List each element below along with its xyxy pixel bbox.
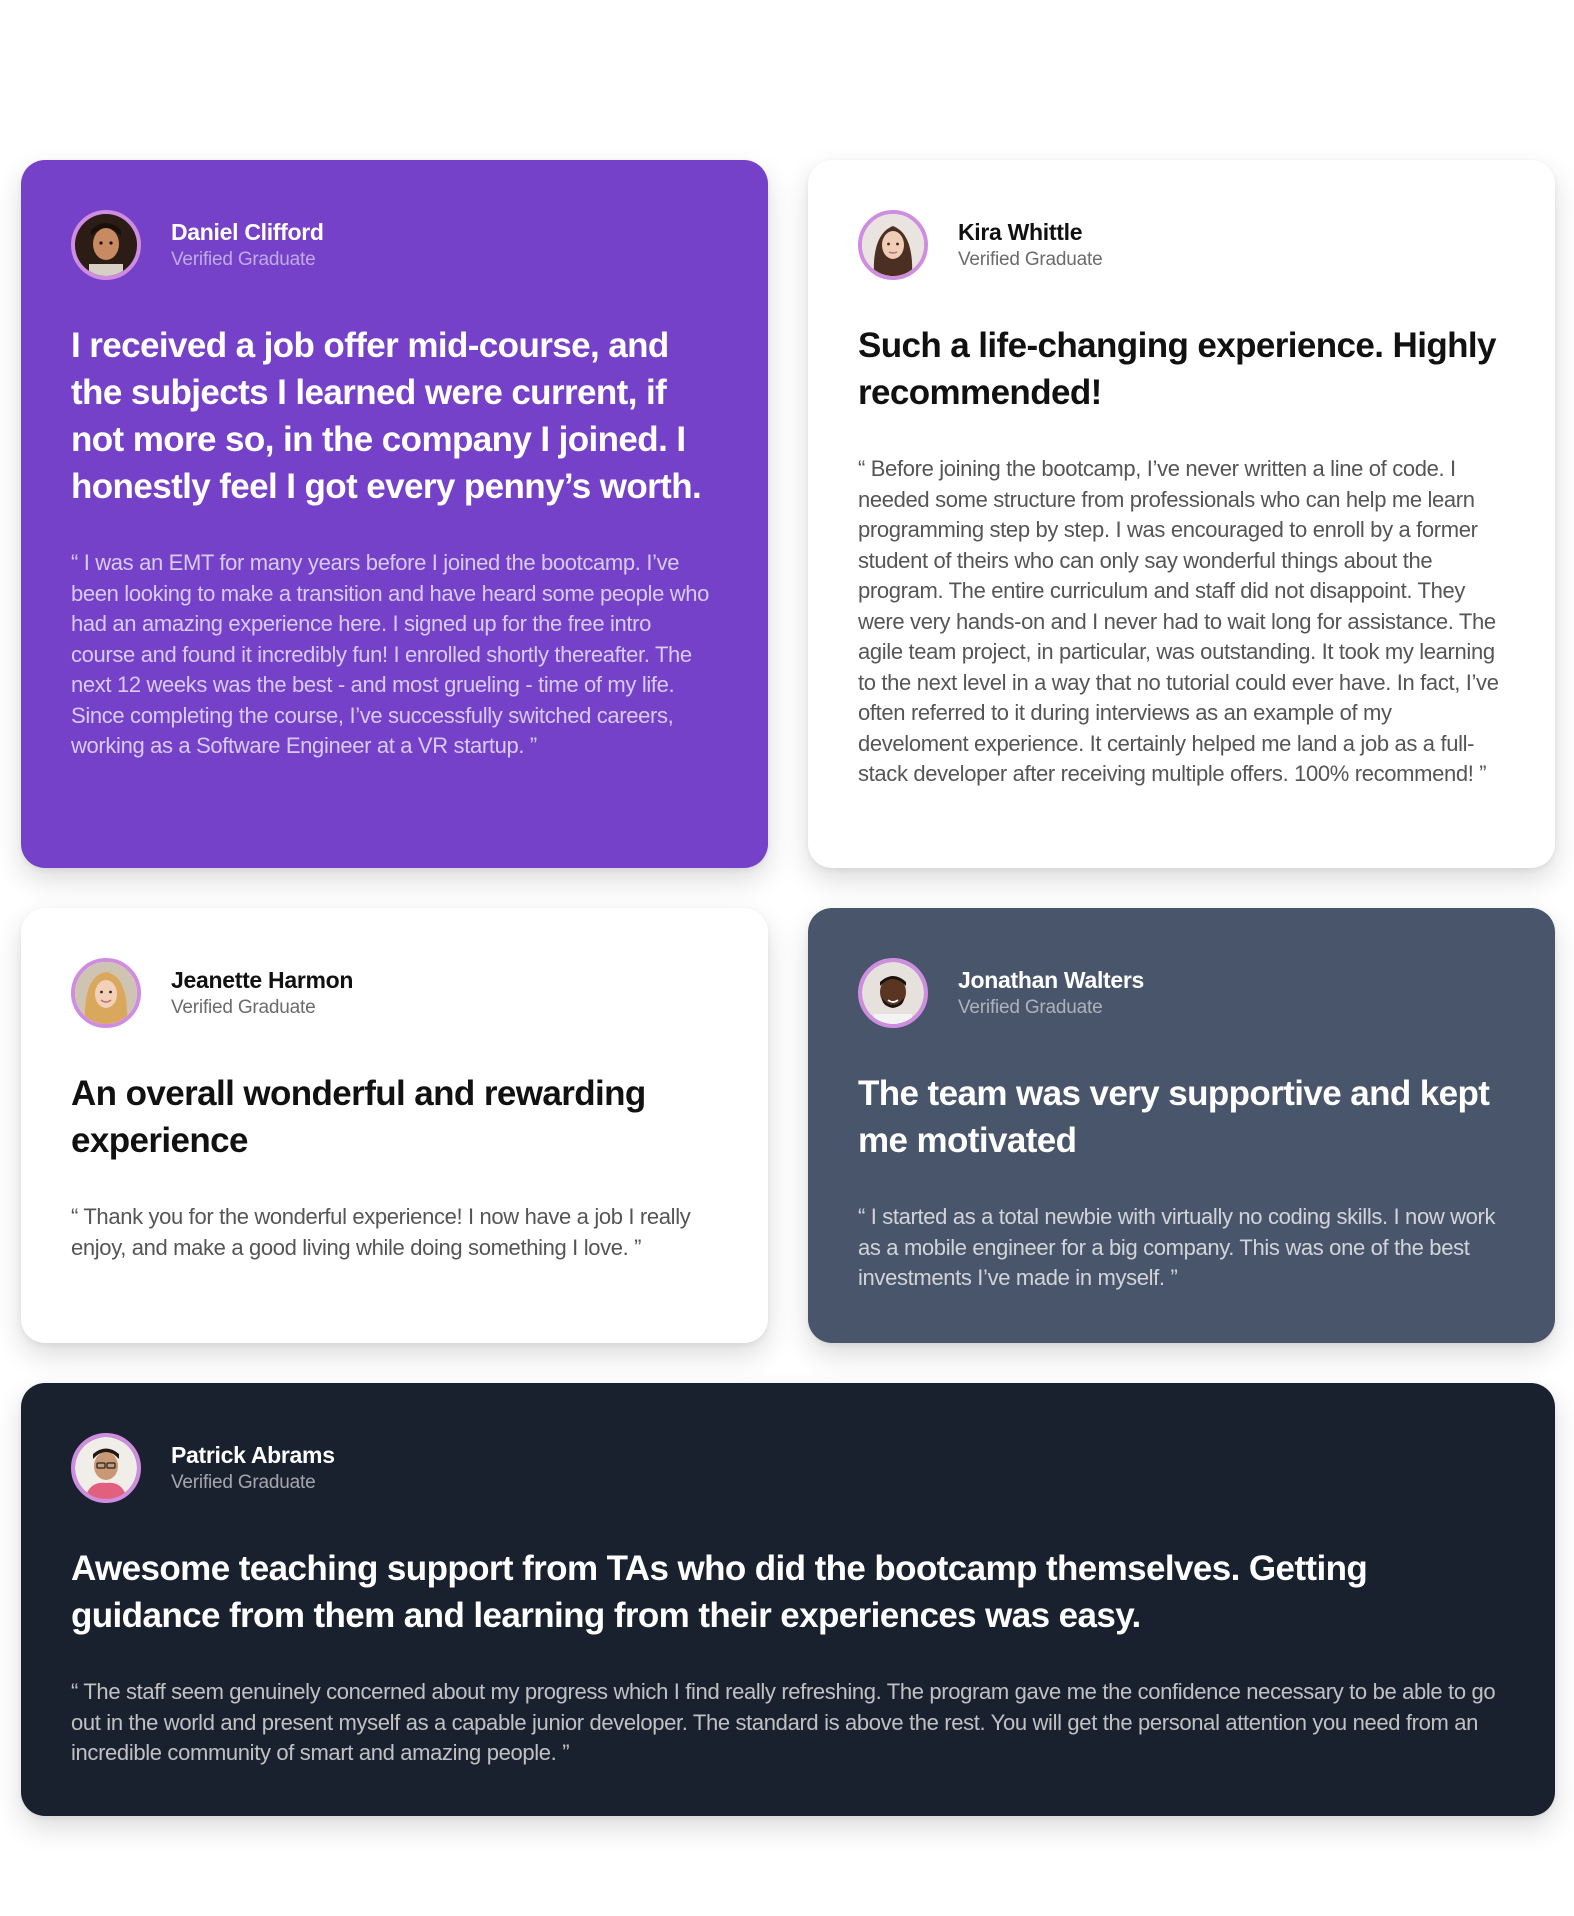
testimonial-quote: “ Before joining the bootcamp, I’ve neve… — [858, 456, 1499, 786]
avatar — [71, 210, 141, 280]
testimonial-quote: “ The staff seem genuinely concerned abo… — [71, 1679, 1496, 1765]
author-role: Verified Graduate — [171, 1472, 316, 1493]
testimonial-quote: “ Thank you for the wonderful experience… — [71, 1204, 691, 1260]
testimonial-headline: An overall wonderful and rewarding exper… — [71, 1074, 646, 1160]
profile: Patrick Abrams Verified Graduate — [71, 1433, 1505, 1503]
author-name: Kira Whittle — [958, 219, 1083, 245]
avatar — [858, 958, 928, 1028]
testimonial-card-daniel-clifford: Daniel Clifford Verified Graduate I rece… — [21, 160, 768, 868]
testimonial-headline: Awesome teaching support from TAs who di… — [71, 1549, 1368, 1635]
avatar — [71, 958, 141, 1028]
testimonial-quote: “ I started as a total newbie with virtu… — [858, 1204, 1496, 1290]
testimonial-headline: The team was very supportive and kept me… — [858, 1074, 1490, 1160]
profile: Daniel Clifford Verified Graduate — [71, 210, 718, 280]
author-role: Verified Graduate — [171, 997, 316, 1018]
author-role: Verified Graduate — [958, 249, 1103, 270]
author-name: Daniel Clifford — [171, 219, 324, 245]
testimonial-card-kira-whittle: Kira Whittle Verified Graduate Such a li… — [808, 160, 1555, 868]
avatar — [71, 1433, 141, 1503]
author-role: Verified Graduate — [958, 997, 1103, 1018]
author-name: Patrick Abrams — [171, 1442, 335, 1468]
profile: Jeanette Harmon Verified Graduate — [71, 958, 718, 1028]
testimonial-card-patrick-abrams: Patrick Abrams Verified Graduate Awesome… — [21, 1383, 1555, 1816]
profile: Kira Whittle Verified Graduate — [858, 210, 1505, 280]
author-role: Verified Graduate — [171, 249, 316, 270]
testimonial-quote: “ I was an EMT for many years before I j… — [71, 550, 710, 758]
avatar — [858, 210, 928, 280]
testimonial-headline: Such a life-changing experience. Highly … — [858, 326, 1496, 412]
author-name: Jonathan Walters — [958, 967, 1145, 993]
testimonial-card-jeanette-harmon: Jeanette Harmon Verified Graduate An ove… — [21, 908, 768, 1343]
author-name: Jeanette Harmon — [171, 967, 354, 993]
testimonial-card-jonathan-walters: Jonathan Walters Verified Graduate The t… — [808, 908, 1555, 1343]
testimonial-headline: I received a job offer mid-course, and t… — [71, 326, 702, 506]
profile: Jonathan Walters Verified Graduate — [858, 958, 1505, 1028]
